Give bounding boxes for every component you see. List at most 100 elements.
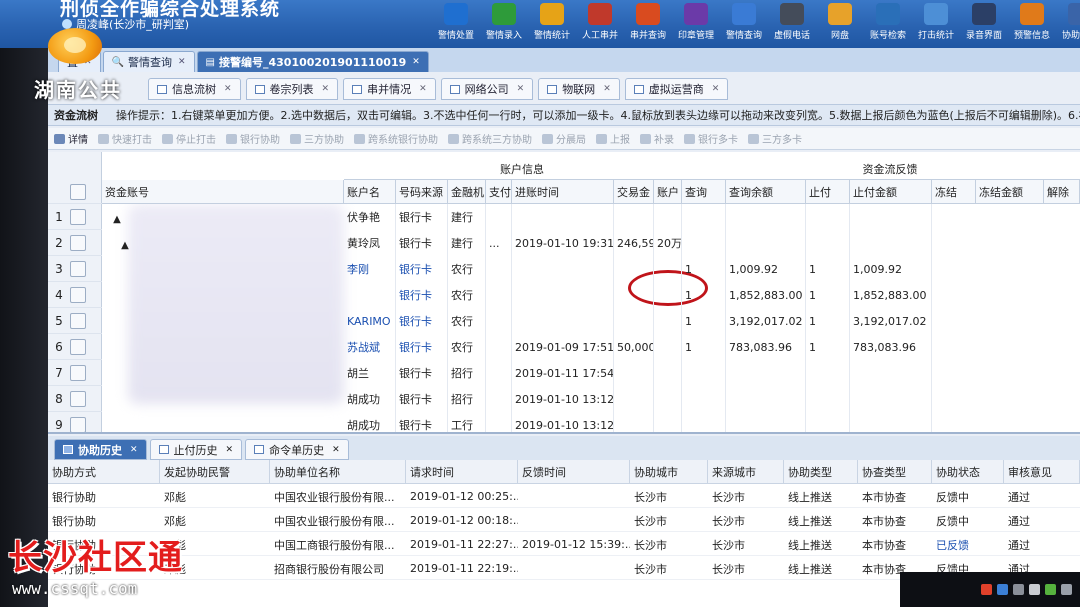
- toolbar-button-5[interactable]: 印章管理: [672, 0, 720, 48]
- column-header[interactable]: 资金账号: [102, 180, 344, 204]
- close-tab-icon[interactable]: ✕: [130, 445, 138, 455]
- history-column-header[interactable]: 请求时间: [406, 460, 518, 484]
- sub-tab-2[interactable]: 串并情况 ✕: [343, 78, 436, 100]
- grid-cell-src: 银行卡: [396, 334, 448, 360]
- close-tab-icon[interactable]: ✕: [226, 445, 234, 455]
- row-checkbox[interactable]: [70, 286, 86, 303]
- bottom-tab-1[interactable]: 止付历史 ✕: [149, 439, 243, 460]
- column-header[interactable]: 冻结金额: [976, 180, 1044, 204]
- toolbar-button-3[interactable]: 人工串并: [576, 0, 624, 48]
- sub-tab-5[interactable]: 虚拟运营商 ✕: [624, 78, 729, 100]
- column-header[interactable]: 号码来源: [396, 180, 448, 204]
- row-checkbox[interactable]: [70, 390, 86, 407]
- grid-cell-pay: [486, 308, 512, 334]
- column-header[interactable]: 查询余额: [726, 180, 806, 204]
- action-button-10[interactable]: 银行多卡: [684, 131, 738, 146]
- action-button-4[interactable]: 三方协助: [290, 131, 344, 146]
- action-button-6[interactable]: 跨系统三方协助: [448, 131, 532, 146]
- history-column-header[interactable]: 协助状态: [932, 460, 1004, 484]
- action-button-8[interactable]: 上报: [596, 131, 630, 146]
- toolbar-button-6[interactable]: 警情查询: [720, 0, 768, 48]
- action-button-1[interactable]: 快速打击: [98, 131, 152, 146]
- history-column-header[interactable]: 反馈时间: [518, 460, 630, 484]
- row-index: 1: [55, 209, 63, 224]
- tree-expand-icon[interactable]: ▲: [110, 212, 124, 226]
- column-header[interactable]: 交易金: [614, 180, 654, 204]
- close-tab-icon[interactable]: ✕: [412, 57, 420, 67]
- toolbar-button-11[interactable]: 录音界面: [960, 0, 1008, 48]
- main-tab-2[interactable]: ▤ 接警编号_430100201901110019 ✕: [196, 51, 429, 72]
- close-tab-icon[interactable]: ✕: [178, 57, 186, 67]
- close-tab-icon[interactable]: ✕: [712, 84, 720, 94]
- column-header[interactable]: 冻结: [932, 180, 976, 204]
- column-header[interactable]: 支付: [486, 180, 512, 204]
- close-tab-icon[interactable]: ✕: [332, 445, 340, 455]
- main-tab-1[interactable]: 🔍 警情查询 ✕: [102, 51, 195, 72]
- help-icon[interactable]: [997, 584, 1008, 595]
- action-button-3[interactable]: 银行协助: [226, 131, 280, 146]
- action-button-9[interactable]: 补录: [640, 131, 674, 146]
- grid-cell-src: 银行卡: [396, 412, 448, 432]
- sub-tab-1[interactable]: 卷宗列表 ✕: [245, 78, 339, 100]
- toolbar-button-2[interactable]: 警情统计: [528, 0, 576, 48]
- hint-text: 操作提示：1.右键菜单更加方便。2.选中数据后，双击可编辑。3.不选中任何一行时…: [116, 109, 1080, 122]
- row-checkbox[interactable]: [70, 183, 86, 200]
- toolbar-button-0[interactable]: 警情处置: [432, 0, 480, 48]
- column-header[interactable]: 查询: [682, 180, 726, 204]
- column-header[interactable]: 进账时间: [512, 180, 614, 204]
- column-header[interactable]: 止付金额: [850, 180, 932, 204]
- action-button-0[interactable]: 详情: [54, 131, 88, 146]
- history-column-header[interactable]: 审核意见: [1004, 460, 1080, 484]
- row-checkbox[interactable]: [70, 338, 86, 355]
- history-column-header[interactable]: 协助城市: [630, 460, 708, 484]
- tree-expand-icon[interactable]: ▲: [118, 238, 132, 252]
- toolbar-button-10[interactable]: 打击统计: [912, 0, 960, 48]
- network-icon[interactable]: [1013, 584, 1024, 595]
- sub-tab-3[interactable]: 网络公司 ✕: [440, 78, 534, 100]
- history-column-header[interactable]: 协助方式: [48, 460, 160, 484]
- history-column-header[interactable]: 协助单位名称: [270, 460, 406, 484]
- column-header[interactable]: 解除: [1044, 180, 1080, 204]
- toolbar-button-4[interactable]: 串并查询: [624, 0, 672, 48]
- select-all-checkbox[interactable]: [48, 180, 102, 204]
- input-method-icon[interactable]: [981, 584, 992, 595]
- history-column-header[interactable]: 来源城市: [708, 460, 784, 484]
- toolbar-button-13[interactable]: 协助中心: [1056, 0, 1080, 48]
- printer-icon[interactable]: [1029, 584, 1040, 595]
- row-checkbox[interactable]: [70, 312, 86, 329]
- row-checkbox[interactable]: [70, 364, 86, 381]
- history-column-header[interactable]: 协查类型: [858, 460, 932, 484]
- sub-tab-0[interactable]: 信息流树 ✕: [148, 78, 241, 100]
- volume-icon[interactable]: [1061, 584, 1072, 595]
- close-tab-icon[interactable]: ✕: [603, 84, 611, 94]
- row-checkbox[interactable]: [70, 260, 86, 277]
- close-tab-icon[interactable]: ✕: [517, 84, 525, 94]
- action-button-5[interactable]: 跨系统银行协助: [354, 131, 438, 146]
- history-column-header[interactable]: 发起协助民警: [160, 460, 270, 484]
- row-checkbox[interactable]: [70, 234, 86, 251]
- toolbar-button-12[interactable]: 预警信息: [1008, 0, 1056, 48]
- sub-tab-4[interactable]: 物联网 ✕: [538, 78, 620, 100]
- action-button-7[interactable]: 分晨局: [542, 131, 586, 146]
- nvidia-icon[interactable]: [1045, 584, 1056, 595]
- action-button-11[interactable]: 三方多卡: [748, 131, 802, 146]
- column-header[interactable]: 账户名: [344, 180, 396, 204]
- action-button-2[interactable]: 停止打击: [162, 131, 216, 146]
- toolbar-button-9[interactable]: 账号检索: [864, 0, 912, 48]
- toolbar-button-8[interactable]: 网盘: [816, 0, 864, 48]
- column-header[interactable]: 账户: [654, 180, 682, 204]
- toolbar-button-7[interactable]: 虚假电话: [768, 0, 816, 48]
- bottom-tab-2[interactable]: 命令单历史 ✕: [245, 439, 349, 460]
- close-tab-icon[interactable]: ✕: [419, 84, 427, 94]
- row-checkbox[interactable]: [70, 416, 86, 432]
- column-header[interactable]: 止付: [806, 180, 850, 204]
- toolbar-button-1[interactable]: 警情录入: [480, 0, 528, 48]
- bottom-tab-0[interactable]: 协助历史 ✕: [54, 439, 147, 460]
- history-column-header[interactable]: 协助类型: [784, 460, 858, 484]
- close-tab-icon[interactable]: ✕: [224, 84, 232, 94]
- row-checkbox[interactable]: [70, 208, 86, 225]
- column-header[interactable]: 金融机: [448, 180, 486, 204]
- grid-cell-amt: [614, 412, 654, 432]
- close-tab-icon[interactable]: ✕: [322, 84, 330, 94]
- grid-cell-acct: [654, 256, 682, 282]
